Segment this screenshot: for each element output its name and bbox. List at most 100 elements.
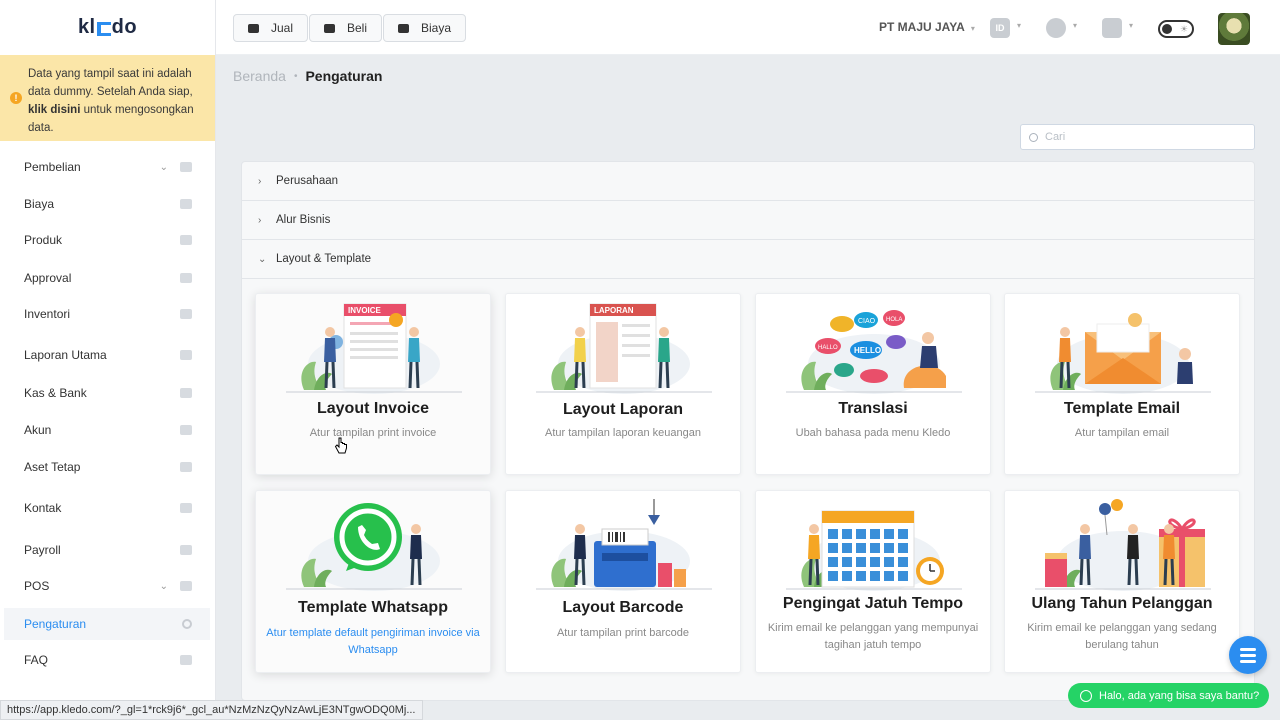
clock-icon[interactable]	[1046, 18, 1066, 38]
card-description: Atur template default pengiriman invoice…	[266, 627, 480, 656]
biaya-button[interactable]: Biaya	[383, 14, 467, 42]
whatsapp-illustration-icon	[286, 503, 462, 591]
barcode-illustration-icon	[536, 499, 712, 591]
sidebar-item-pos[interactable]: POS ⌄	[4, 570, 210, 602]
card-title: Ulang Tahun Pelanggan	[1031, 595, 1213, 612]
chevron-down-icon: ▾	[1073, 21, 1078, 30]
logo-mark-icon	[96, 21, 111, 36]
avatar[interactable]	[1218, 13, 1250, 45]
card-layout-barcode[interactable]: Layout Barcode Atur tampilan print barcod…	[505, 490, 741, 673]
birthday-illustration-icon	[1035, 499, 1211, 591]
jual-button-label: Jual	[271, 21, 294, 35]
company-selector[interactable]: PT MAJU JAYA ▾	[879, 20, 975, 34]
toggle-knob	[1162, 24, 1172, 34]
translasi-illustration-icon: CIAO HOLA HALLO HELLO	[786, 310, 962, 394]
svg-text:CIAO: CIAO	[858, 318, 876, 325]
card-icon	[398, 23, 409, 33]
warning-icon: !	[10, 92, 22, 104]
chevron-down-icon: ▾	[970, 24, 975, 33]
breadcrumb-separator: •	[293, 70, 298, 82]
bell-icon[interactable]	[1102, 18, 1122, 38]
sidebar-item-label: Laporan Utama	[24, 348, 107, 362]
sidebar-item-label: POS	[24, 579, 50, 593]
sidebar-item-aset-tetap[interactable]: Aset Tetap	[4, 451, 210, 483]
svg-text:LAPORAN: LAPORAN	[594, 306, 634, 315]
sidebar-item-kontak[interactable]: Kontak	[4, 492, 210, 524]
menu-line-icon	[1240, 653, 1256, 657]
menu-line-icon	[1240, 659, 1256, 663]
sidebar-item-produk[interactable]: Produk	[4, 224, 210, 256]
beli-button[interactable]: Beli	[309, 14, 383, 42]
section-label: Perusahaan	[276, 175, 339, 187]
theme-toggle[interactable]: ☀	[1158, 20, 1194, 38]
search-input[interactable]	[1045, 131, 1235, 143]
sidebar-item-biaya[interactable]: Biaya	[4, 188, 210, 220]
notice-text-before: Data yang tampil saat ini adalah data du…	[28, 68, 193, 98]
sidebar-item-akun[interactable]: Akun	[4, 414, 210, 446]
settings-accordion: › Perusahaan › Alur Bisnis ⌄ Layout & Te…	[241, 161, 1255, 701]
sidebar-item-inventori[interactable]: Inventori	[4, 298, 210, 330]
whatsapp-chat-button[interactable]: Halo, ada yang bisa saya bantu?	[1068, 683, 1269, 708]
sidebar-item-pembelian[interactable]: Pembelian ⌄	[4, 151, 210, 183]
card-layout-invoice[interactable]: INVOICE Layout Invoice Atur tampilan print…	[255, 293, 491, 475]
invoice-illustration-icon: INVOICE	[286, 303, 462, 394]
sidebar-item-label: Pengaturan	[24, 617, 87, 631]
card-description: Kirim email ke pelanggan yang sedang ber…	[1027, 622, 1217, 651]
jual-button[interactable]: Jual	[233, 14, 309, 42]
sidebar: kl do ! Data yang tampil saat ini adalah …	[0, 0, 216, 720]
chevron-down-icon: ▾	[1017, 21, 1022, 30]
sidebar-item-label: Pembelian	[24, 160, 81, 174]
email-illustration-icon	[1035, 313, 1211, 394]
sidebar-item-label: Produk	[24, 233, 63, 247]
notice-link[interactable]: klik disini	[28, 104, 80, 116]
card-pengingat-jatuh-tempo[interactable]: Pengingat Jatuh Tempo Kirim email ke pela…	[755, 490, 991, 673]
kledo-logo[interactable]: kl do	[0, 0, 215, 55]
section-layout-template[interactable]: ⌄ Layout & Template	[242, 240, 1254, 279]
breadcrumb: Beranda • Pengaturan	[233, 68, 382, 84]
card-icon	[180, 199, 192, 209]
chevron-down-icon: ⌄	[159, 161, 168, 173]
basket-icon	[248, 23, 259, 33]
cycle-icon	[180, 545, 192, 555]
list-icon	[180, 425, 192, 435]
card-translasi[interactable]: CIAO HOLA HALLO HELLO Translasi Ubah bahasa p…	[755, 293, 991, 475]
sidebar-item-label: Payroll	[24, 543, 61, 557]
sidebar-item-kas-bank[interactable]: Kas & Bank	[4, 377, 210, 409]
card-title: Layout Barcode	[562, 599, 684, 616]
card-layout-laporan[interactable]: LAPORAN Layout Laporan Atur tampilan lapor…	[505, 293, 741, 475]
hand-cursor-icon	[334, 437, 347, 454]
sidebar-item-approval[interactable]: Approval	[4, 262, 210, 294]
search-box[interactable]	[1020, 124, 1255, 150]
card-title: Template Whatsapp	[298, 599, 448, 616]
sidebar-item-pengaturan[interactable]: Pengaturan	[4, 608, 210, 640]
gears-icon	[182, 619, 192, 629]
dummy-data-notice: ! Data yang tampil saat ini adalah data …	[0, 55, 215, 141]
chart-icon	[180, 350, 192, 360]
sidebar-item-laporan-utama[interactable]: Laporan Utama	[4, 339, 210, 371]
help-menu-button[interactable]	[1229, 636, 1267, 674]
check-icon	[180, 273, 192, 283]
biaya-button-label: Biaya	[421, 21, 452, 35]
card-description: Atur tampilan print invoice	[309, 427, 437, 439]
section-perusahaan[interactable]: › Perusahaan	[242, 162, 1254, 201]
card-title: Layout Laporan	[562, 401, 683, 418]
top-bar: Jual Beli Biaya PT MAJU JAYA ▾ ID ▾ ▾ ▾ ☀	[216, 0, 1280, 55]
box-icon	[180, 235, 192, 245]
card-title: Translasi	[838, 400, 908, 417]
card-template-whatsapp[interactable]: Template Whatsapp Atur template default p…	[255, 490, 491, 673]
sidebar-item-faq[interactable]: FAQ	[4, 644, 210, 676]
logo-text-end: do	[111, 16, 138, 38]
breadcrumb-home[interactable]: Beranda	[233, 68, 286, 84]
section-alur-bisnis[interactable]: › Alur Bisnis	[242, 201, 1254, 240]
svg-text:HOLA: HOLA	[886, 317, 902, 323]
language-selector[interactable]: ID	[990, 18, 1010, 38]
company-name: PT MAJU JAYA	[879, 20, 965, 34]
search-icon	[1029, 132, 1038, 142]
card-template-email[interactable]: Template Email Atur tampilan email	[1004, 293, 1240, 475]
chat-label: Halo, ada yang bisa saya bantu?	[1099, 689, 1260, 702]
svg-text:HALLO: HALLO	[818, 345, 838, 351]
card-title: Pengingat Jatuh Tempo	[782, 595, 964, 612]
status-bar-url: https://app.kledo.com/?_gl=1*rck9j6*_gcl…	[0, 700, 423, 720]
sidebar-item-payroll[interactable]: Payroll	[4, 534, 210, 566]
card-ulang-tahun-pelanggan[interactable]: Ulang Tahun Pelanggan Kirim email ke pela…	[1004, 490, 1240, 673]
